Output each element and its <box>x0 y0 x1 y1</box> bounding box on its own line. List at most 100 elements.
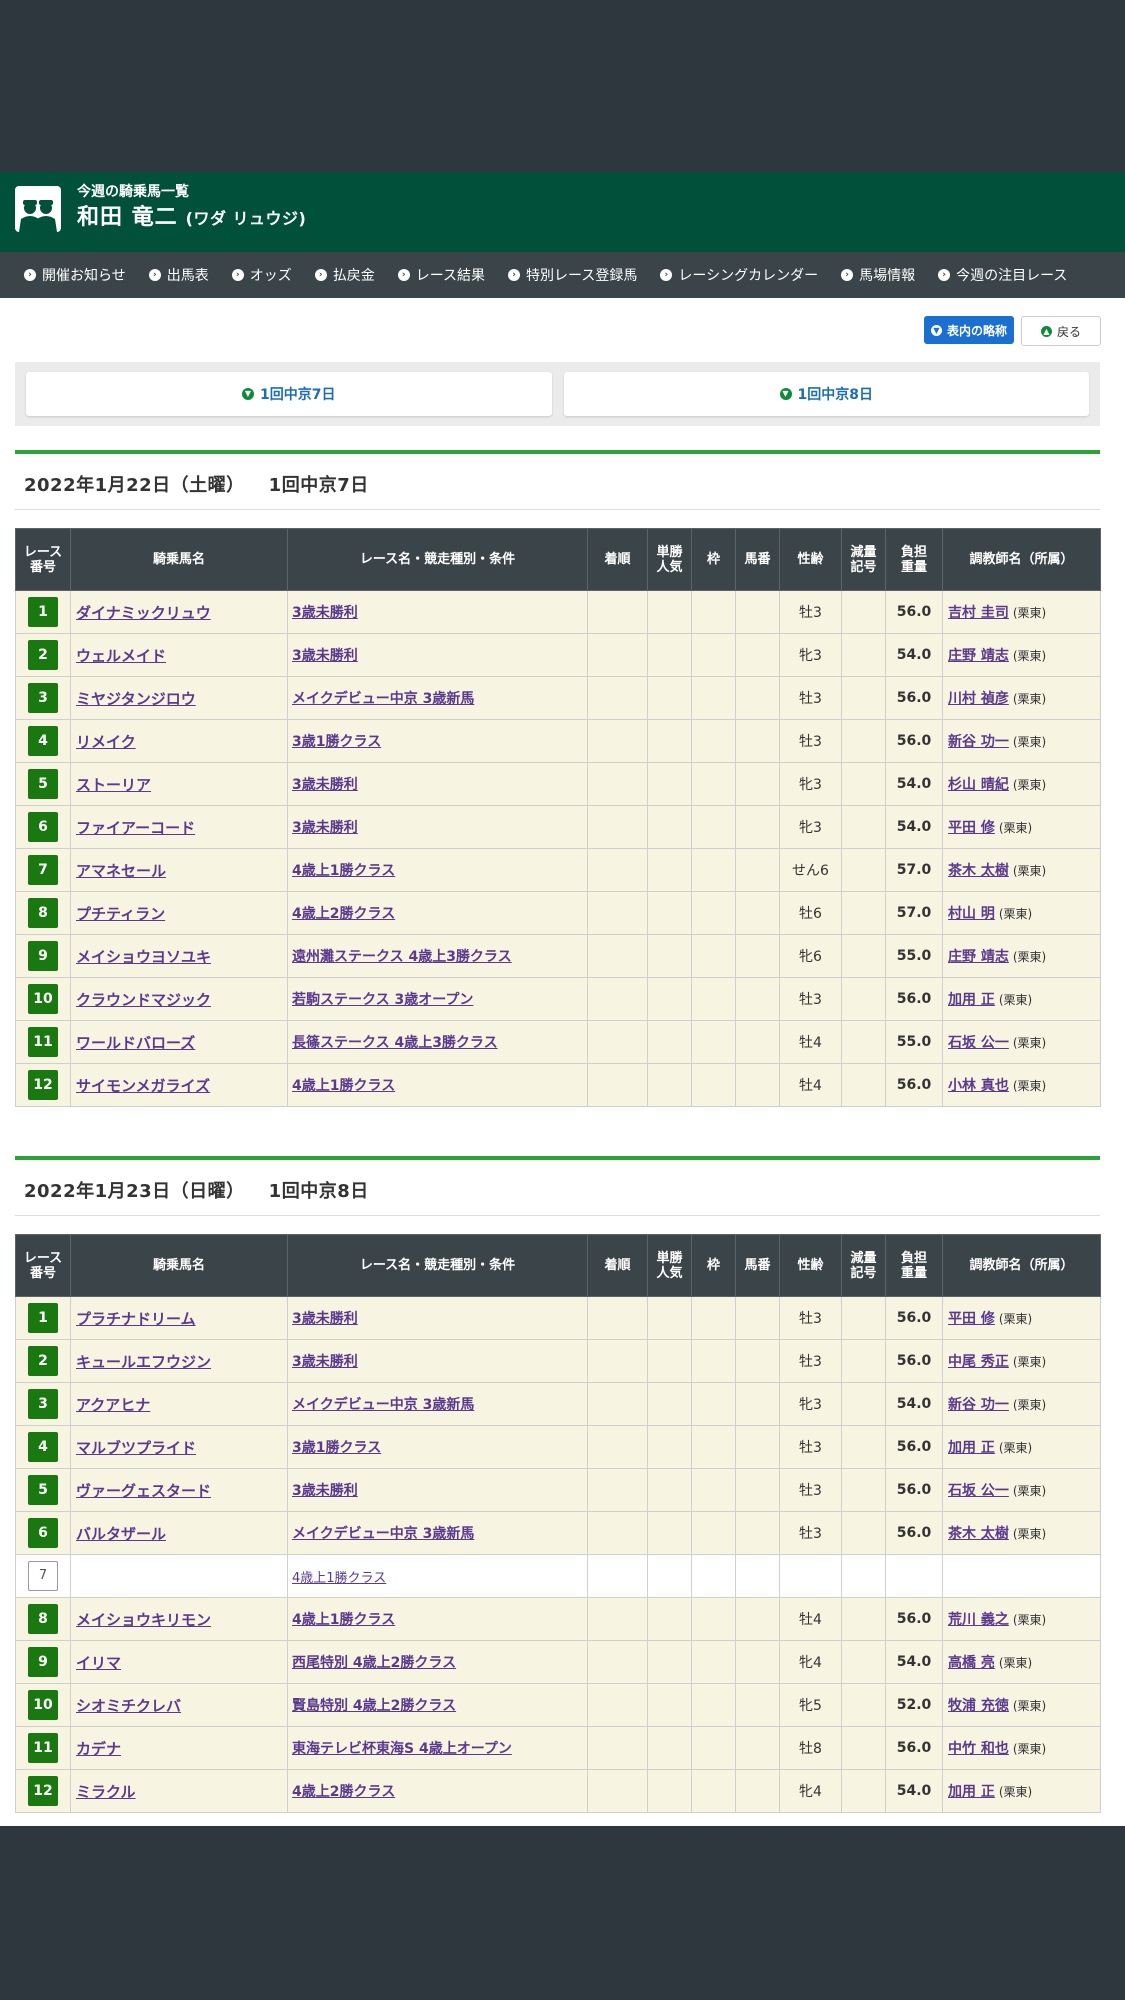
race-number-badge[interactable]: 6 <box>28 1518 58 1548</box>
horse-link[interactable]: アクアヒナ <box>76 1396 150 1414</box>
horse-link[interactable]: バルタザール <box>76 1525 166 1543</box>
day-tab-8[interactable]: ▼ 1回中京8日 <box>563 372 1089 416</box>
horse-link[interactable]: キュールエフウジン <box>76 1353 211 1371</box>
trainer-link[interactable]: 新谷 功一 <box>948 734 1009 750</box>
race-number-badge[interactable]: 3 <box>28 1389 58 1419</box>
day-tab-7[interactable]: ▼ 1回中京7日 <box>26 372 552 416</box>
race-number-badge[interactable]: 9 <box>28 941 58 971</box>
nav-item-7[interactable]: › 馬場情報 <box>841 265 915 285</box>
race-number-badge[interactable]: 11 <box>28 1027 58 1057</box>
race-link[interactable]: 3歳未勝利 <box>292 820 358 836</box>
nav-item-0[interactable]: › 開催お知らせ <box>24 265 126 285</box>
nav-item-3[interactable]: › 払戻金 <box>314 265 375 285</box>
trainer-link[interactable]: 庄野 靖志 <box>948 949 1009 965</box>
horse-link[interactable]: ウェルメイド <box>76 647 166 665</box>
nav-item-2[interactable]: › オッズ <box>231 265 292 285</box>
race-link[interactable]: 3歳未勝利 <box>292 1483 358 1499</box>
nav-item-8[interactable]: › 今週の注目レース <box>938 265 1067 285</box>
horse-link[interactable]: アマネセール <box>76 862 166 880</box>
race-number-badge[interactable]: 8 <box>28 898 58 928</box>
race-number-badge[interactable]: 1 <box>28 1303 58 1333</box>
race-link[interactable]: 賢島特別 4歳上2勝クラス <box>292 1698 456 1714</box>
horse-link[interactable]: カデナ <box>76 1740 121 1758</box>
race-link[interactable]: 長篠ステークス 4歳上3勝クラス <box>292 1035 498 1051</box>
race-link[interactable]: 若駒ステークス 3歳オープン <box>292 992 473 1008</box>
horse-link[interactable]: シオミチクレバ <box>76 1697 181 1715</box>
trainer-link[interactable]: 牧浦 充徳 <box>948 1698 1009 1714</box>
legend-button[interactable]: ▼ 表内の略称 <box>924 316 1014 344</box>
race-link[interactable]: 3歳未勝利 <box>292 605 358 621</box>
horse-link[interactable]: ファイアーコード <box>76 819 195 837</box>
race-number-badge[interactable]: 1 <box>28 597 58 627</box>
race-number-badge[interactable]: 8 <box>28 1604 58 1634</box>
horse-link[interactable]: イリマ <box>76 1654 121 1672</box>
trainer-link[interactable]: 加用 正 <box>948 1440 995 1456</box>
trainer-link[interactable]: 庄野 靖志 <box>948 648 1009 664</box>
race-number-badge[interactable]: 4 <box>28 1432 58 1462</box>
race-link[interactable]: メイクデビュー中京 3歳新馬 <box>292 691 474 707</box>
trainer-link[interactable]: 茶木 太樹 <box>948 863 1009 879</box>
race-link[interactable]: 3歳未勝利 <box>292 1354 358 1370</box>
horse-link[interactable]: メイショウヨソユキ <box>76 948 211 966</box>
race-number-badge[interactable]: 11 <box>28 1733 58 1763</box>
trainer-link[interactable]: 村山 明 <box>948 906 995 922</box>
horse-link[interactable]: ストーリア <box>76 776 151 794</box>
horse-link[interactable]: プラチナドリーム <box>76 1310 196 1328</box>
horse-link[interactable]: リメイク <box>76 733 136 751</box>
trainer-link[interactable]: 中尾 秀正 <box>948 1354 1009 1370</box>
race-number-badge[interactable]: 4 <box>28 726 58 756</box>
race-link[interactable]: 4歳上1勝クラス <box>292 863 395 879</box>
horse-link[interactable]: ミラクル <box>76 1783 136 1801</box>
trainer-link[interactable]: 平田 修 <box>948 820 995 836</box>
race-number-badge[interactable]: 2 <box>28 1346 58 1376</box>
race-link[interactable]: 西尾特別 4歳上2勝クラス <box>292 1655 456 1671</box>
horse-link[interactable]: マルブツプライド <box>76 1439 196 1457</box>
race-number-badge[interactable]: 5 <box>28 769 58 799</box>
nav-item-4[interactable]: › レース結果 <box>397 265 485 285</box>
horse-link[interactable]: プチティラン <box>76 905 165 923</box>
trainer-link[interactable]: 荒川 義之 <box>948 1612 1009 1628</box>
race-link[interactable]: 4歳上2勝クラス <box>292 906 395 922</box>
trainer-link[interactable]: 石坂 公一 <box>948 1483 1009 1499</box>
race-number-badge[interactable]: 6 <box>28 812 58 842</box>
race-link[interactable]: 東海テレビ杯東海S 4歳上オープン <box>292 1741 512 1757</box>
race-link[interactable]: メイクデビュー中京 3歳新馬 <box>292 1526 474 1542</box>
trainer-link[interactable]: 加用 正 <box>948 992 995 1008</box>
trainer-link[interactable]: 石坂 公一 <box>948 1035 1009 1051</box>
nav-item-6[interactable]: › レーシングカレンダー <box>660 265 818 285</box>
race-number-badge[interactable]: 9 <box>28 1647 58 1677</box>
race-number-badge[interactable]: 5 <box>28 1475 58 1505</box>
trainer-link[interactable]: 中竹 和也 <box>948 1741 1009 1757</box>
horse-link[interactable]: サイモンメガライズ <box>76 1077 210 1095</box>
race-link[interactable]: 4歳上1勝クラス <box>292 1612 395 1628</box>
race-number-badge[interactable]: 7 <box>28 1561 58 1591</box>
race-number-badge[interactable]: 10 <box>28 1690 58 1720</box>
race-link[interactable]: 4歳上1勝クラス <box>292 1078 395 1094</box>
trainer-link[interactable]: 杉山 晴紀 <box>948 777 1009 793</box>
race-number-badge[interactable]: 10 <box>28 984 58 1014</box>
race-number-badge[interactable]: 12 <box>28 1070 58 1100</box>
race-link[interactable]: 4歳上1勝クラス <box>292 1571 386 1586</box>
nav-item-5[interactable]: › 特別レース登録馬 <box>508 265 637 285</box>
race-link[interactable]: 3歳未勝利 <box>292 648 358 664</box>
trainer-link[interactable]: 平田 修 <box>948 1311 995 1327</box>
race-link[interactable]: 遠州灘ステークス 4歳上3勝クラス <box>292 949 512 965</box>
horse-link[interactable]: ヴァーグェスタード <box>76 1482 211 1500</box>
trainer-link[interactable]: 吉村 圭司 <box>948 605 1009 621</box>
trainer-link[interactable]: 小林 真也 <box>948 1078 1009 1094</box>
race-link[interactable]: 3歳未勝利 <box>292 777 358 793</box>
horse-link[interactable]: ダイナミックリュウ <box>76 604 211 622</box>
horse-link[interactable]: ワールドバローズ <box>76 1034 195 1052</box>
horse-link[interactable]: メイショウキリモン <box>76 1611 211 1629</box>
race-number-badge[interactable]: 2 <box>28 640 58 670</box>
race-link[interactable]: メイクデビュー中京 3歳新馬 <box>292 1397 474 1413</box>
race-number-badge[interactable]: 7 <box>28 855 58 885</box>
race-link[interactable]: 3歳1勝クラス <box>292 1440 381 1456</box>
race-link[interactable]: 3歳1勝クラス <box>292 734 381 750</box>
nav-item-1[interactable]: › 出馬表 <box>148 265 209 285</box>
trainer-link[interactable]: 高橋 亮 <box>948 1655 995 1671</box>
race-link[interactable]: 3歳未勝利 <box>292 1311 358 1327</box>
race-number-badge[interactable]: 3 <box>28 683 58 713</box>
back-button[interactable]: ▲ 戻る <box>1021 316 1101 346</box>
horse-link[interactable]: クラウンドマジック <box>76 991 211 1009</box>
